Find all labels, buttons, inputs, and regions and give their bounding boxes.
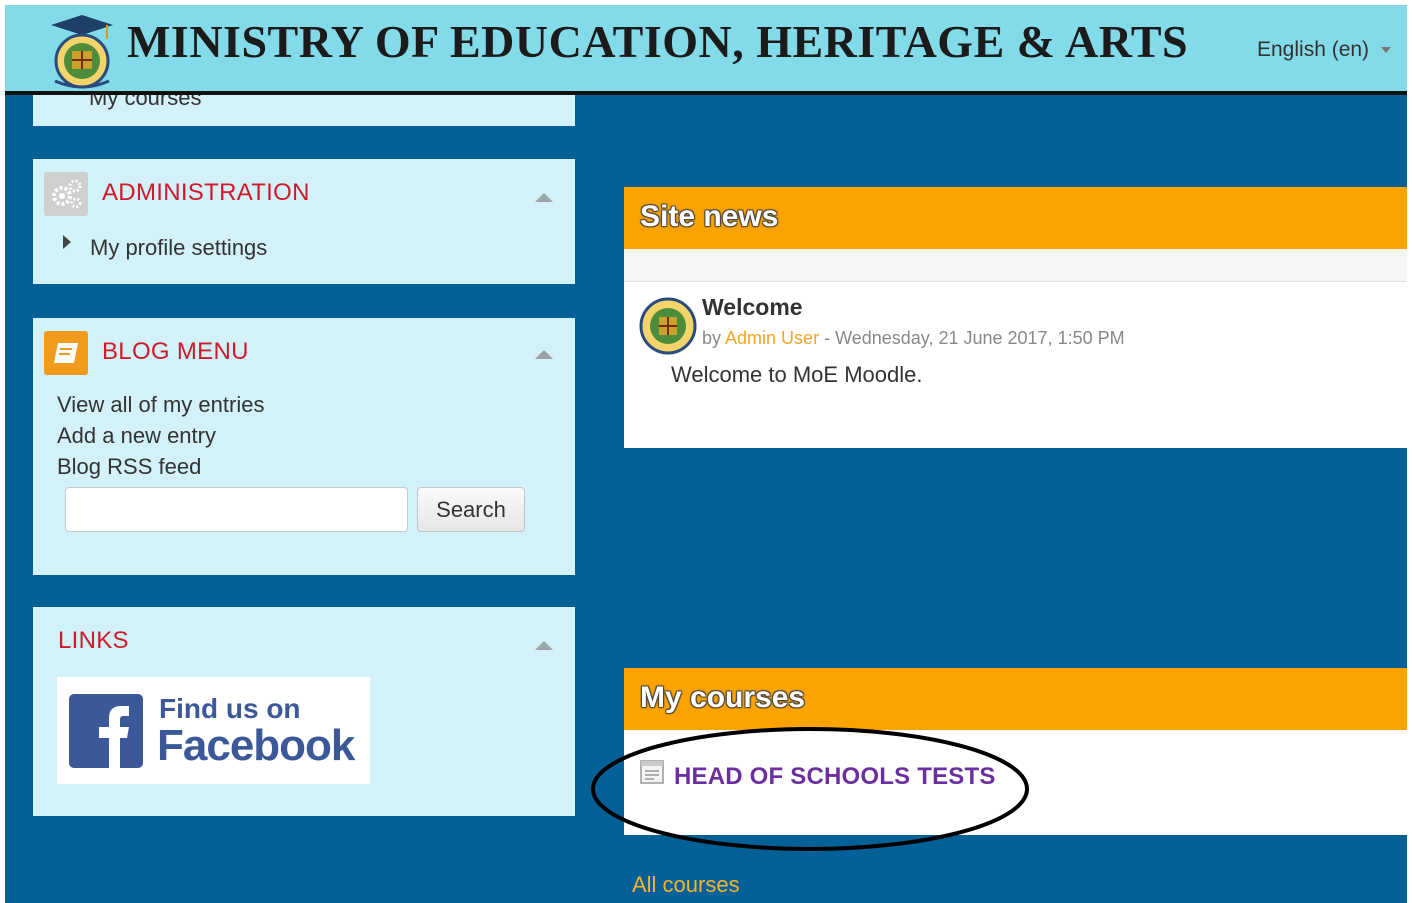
administration-title: ADMINISTRATION [102, 179, 310, 206]
blog-rss-feed-link[interactable]: Blog RSS feed [57, 451, 264, 482]
collapse-block-icon[interactable] [535, 350, 553, 359]
site-header: MINISTRY OF EDUCATION, HERITAGE & ARTS E… [5, 5, 1407, 95]
page: MINISTRY OF EDUCATION, HERITAGE & ARTS E… [5, 5, 1407, 903]
language-label: English (en) [1257, 38, 1370, 61]
site-news-title: Site news [640, 200, 779, 233]
post-by-label: by [702, 328, 722, 348]
administration-block: ADMINISTRATION My profile settings [33, 159, 575, 284]
site-news-header: Site news [624, 187, 1407, 249]
news-post: Welcome by Admin User - Wednesday, 21 Ju… [624, 282, 1407, 448]
language-selector[interactable]: English (en) [1257, 38, 1392, 62]
post-subject: Welcome [702, 294, 803, 320]
collapse-block-icon[interactable] [535, 193, 553, 202]
post-author-link[interactable]: Admin User [725, 328, 819, 348]
collapse-block-icon[interactable] [535, 641, 553, 650]
tree-expand-icon[interactable] [63, 235, 71, 249]
links-block: LINKS Find us on Facebook [33, 607, 575, 816]
blog-menu-block: BLOG MENU View all of my entries Add a n… [33, 318, 575, 575]
course-icon [640, 760, 664, 784]
book-icon [44, 331, 88, 375]
ministry-crest-icon[interactable] [45, 11, 119, 91]
site-title: MINISTRY OF EDUCATION, HERITAGE & ARTS [127, 16, 1189, 67]
blog-search-input[interactable] [65, 487, 408, 532]
post-date: - Wednesday, 21 June 2017, 1:50 PM [824, 328, 1125, 348]
post-message: Welcome to MoE Moodle. [671, 362, 923, 387]
nav-my-courses-link[interactable]: My courses [89, 95, 201, 111]
my-profile-settings-link[interactable]: My profile settings [90, 235, 267, 261]
my-courses-list: HEAD OF SCHOOLS TESTS [624, 730, 1407, 835]
facebook-icon [69, 694, 143, 768]
gears-icon [44, 172, 88, 216]
blog-links-list: View all of my entries Add a new entry B… [57, 389, 264, 482]
course-link-head-of-schools-tests[interactable]: HEAD OF SCHOOLS TESTS [674, 763, 996, 791]
my-courses-title: My courses [640, 681, 806, 714]
links-title: LINKS [58, 627, 129, 654]
author-avatar[interactable] [639, 297, 697, 355]
blog-search-button[interactable]: Search [417, 487, 525, 532]
all-courses-link[interactable]: All courses [632, 872, 740, 898]
facebook-badge-link[interactable]: Find us on Facebook [57, 677, 370, 784]
post-meta: by Admin User - Wednesday, 21 June 2017,… [702, 328, 1125, 349]
view-all-entries-link[interactable]: View all of my entries [57, 389, 264, 420]
blog-menu-title: BLOG MENU [102, 338, 249, 365]
my-courses-header: My courses [624, 668, 1407, 730]
caret-down-icon [1381, 47, 1392, 54]
navigation-block: My courses [33, 95, 575, 126]
facebook-line2: Facebook [157, 721, 355, 770]
add-new-entry-link[interactable]: Add a new entry [57, 420, 264, 451]
site-news-subbar [624, 249, 1407, 282]
